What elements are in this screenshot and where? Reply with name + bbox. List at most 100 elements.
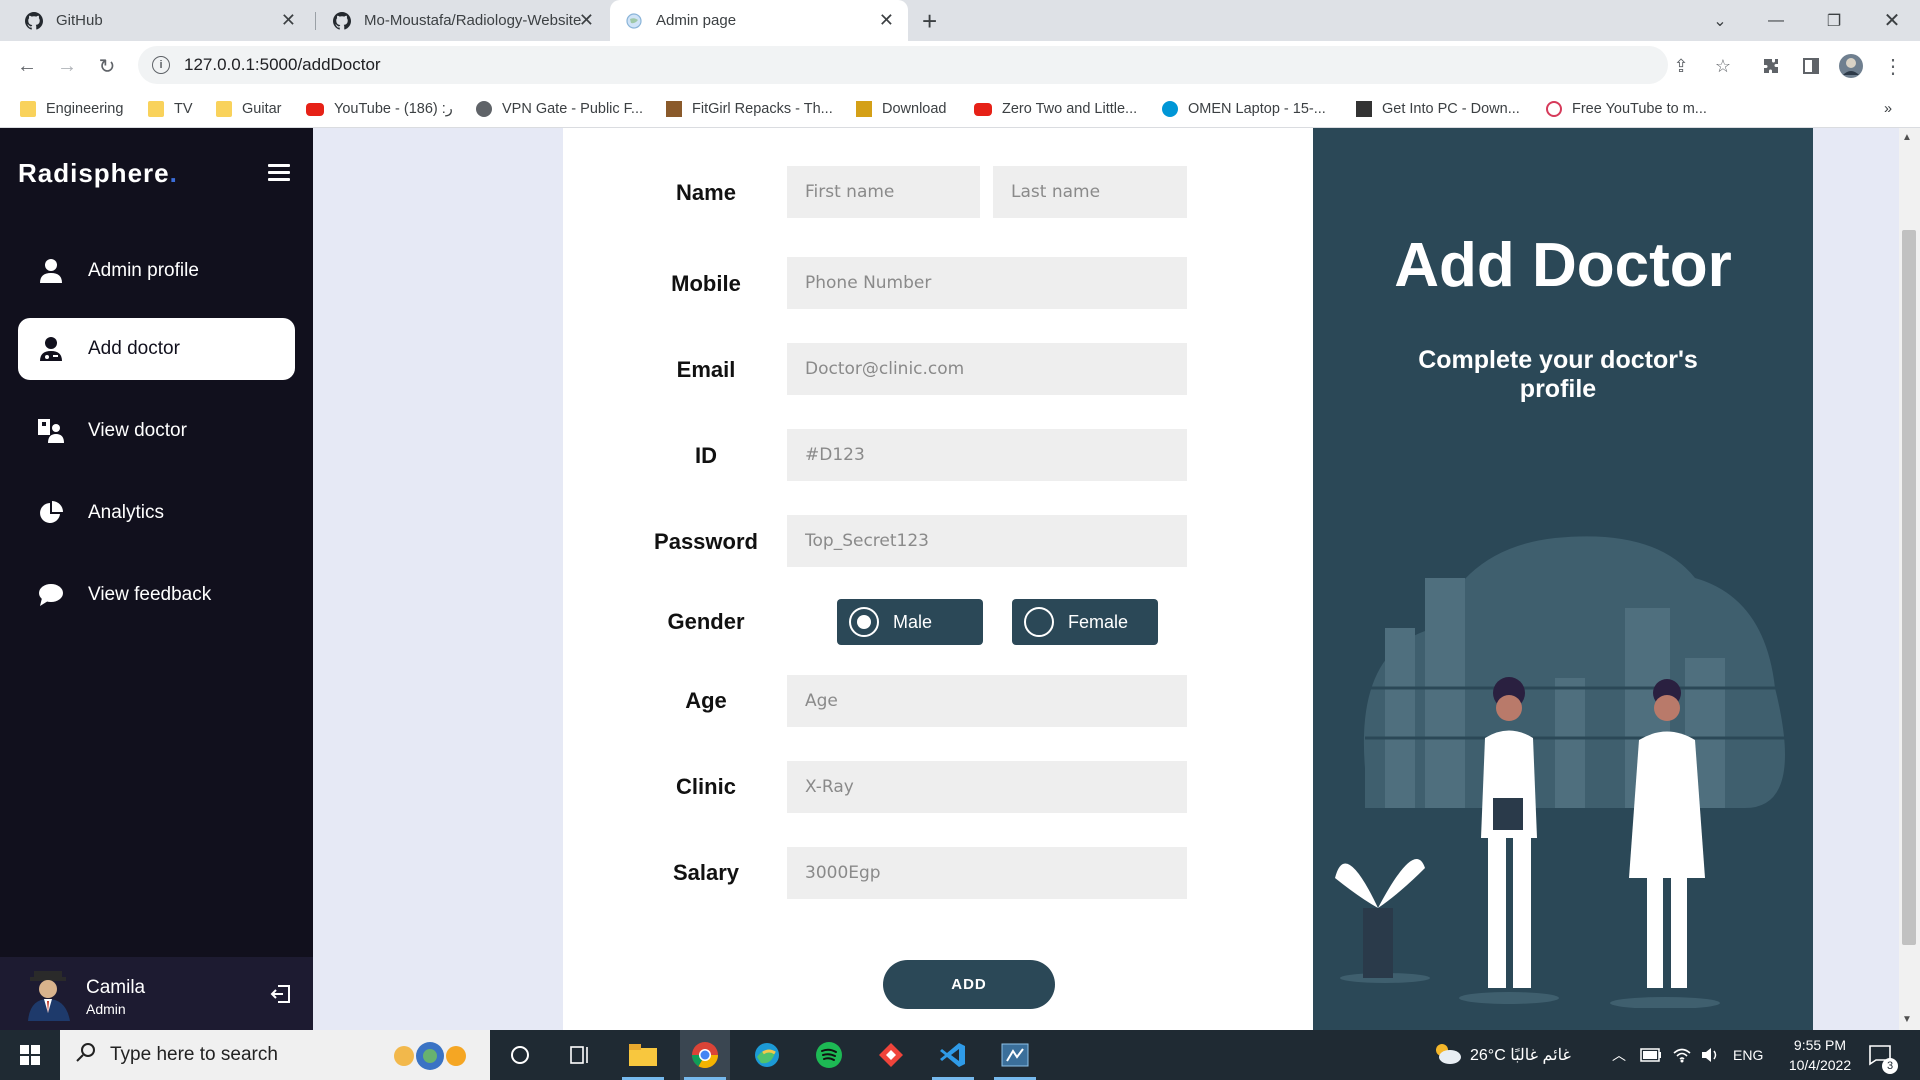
youtube-icon [306, 102, 324, 116]
bookmark-star-icon[interactable]: ☆ [1710, 53, 1736, 79]
more-bookmarks-button[interactable]: » [1884, 98, 1892, 120]
add-doctor-button[interactable]: ADD [883, 960, 1055, 1009]
edge-browser-icon[interactable] [742, 1030, 792, 1080]
hamburger-menu-icon[interactable] [268, 164, 290, 182]
weather-text: 26°C غائم غالبًا [1470, 1047, 1571, 1064]
bookmark-engineering[interactable]: Engineering [20, 98, 123, 120]
mobile-label: Mobile [671, 271, 741, 296]
reload-icon[interactable]: ↻ [92, 51, 122, 81]
sidebar-item-analytics[interactable]: Analytics [18, 482, 295, 544]
password-input[interactable] [787, 515, 1187, 567]
url-text[interactable]: 127.0.0.1:5000/addDoctor [184, 55, 381, 75]
tab-title: Mo-Moustafa/Radiology-Website [364, 12, 582, 29]
pie-chart-icon [38, 500, 64, 526]
tab-title: GitHub [56, 12, 103, 29]
tray-overflow-chevron-icon[interactable]: ︿ [1612, 1030, 1626, 1080]
volume-icon[interactable] [1700, 1030, 1720, 1080]
extensions-puzzle-icon[interactable] [1758, 53, 1784, 79]
getintopc-icon [1356, 101, 1372, 117]
bookmarks-bar: Engineering TV Guitar YouTube - ر: (186)… [0, 90, 1920, 128]
last-name-input[interactable] [993, 166, 1187, 218]
bookmark-fitgirl[interactable]: FitGirl Repacks - Th... [666, 98, 833, 120]
sidebar-item-view-feedback[interactable]: View feedback [18, 564, 295, 626]
notification-count-badge: 3 [1882, 1058, 1898, 1074]
tab-github[interactable]: GitHub ✕ [10, 0, 310, 41]
globe-icon [476, 101, 492, 117]
scroll-down-arrow-icon[interactable]: ▼ [1902, 1014, 1912, 1025]
clock[interactable]: 9:55 PM 10/4/2022 [1780, 1030, 1860, 1080]
password-label: Password [654, 529, 758, 554]
browser-tab-bar: GitHub ✕ Mo-Moustafa/Radiology-Website ✕… [0, 0, 1920, 41]
logout-icon[interactable] [270, 983, 292, 1005]
back-arrow-icon[interactable]: ← [12, 51, 42, 81]
vscode-icon[interactable] [928, 1030, 978, 1080]
bookmark-omen[interactable]: OMEN Laptop - 15-... [1162, 98, 1326, 120]
taskbar-search-box[interactable]: Type here to search [60, 1030, 490, 1080]
chat-bubble-icon [38, 582, 64, 608]
scrollbar-thumb[interactable] [1902, 230, 1916, 945]
scroll-up-arrow-icon[interactable]: ▲ [1902, 132, 1912, 143]
folder-icon [148, 101, 164, 117]
forward-arrow-icon[interactable]: → [52, 51, 82, 81]
search-highlight-icon [390, 1038, 470, 1078]
brand-logo: Radisphere. [18, 158, 178, 188]
omnibox[interactable]: i 127.0.0.1:5000/addDoctor [138, 46, 1668, 84]
age-input[interactable] [787, 675, 1187, 727]
gender-female-radio[interactable]: Female [1012, 599, 1158, 645]
restore-button[interactable]: ❐ [1806, 0, 1862, 41]
sidebar-item-view-doctor[interactable]: View doctor [18, 400, 295, 462]
wifi-icon[interactable] [1672, 1030, 1692, 1080]
first-name-input[interactable] [787, 166, 980, 218]
phone-input[interactable] [787, 257, 1187, 309]
windows-taskbar: Type here to search 26°C غائم غالبًا ︿ E… [0, 1030, 1920, 1080]
clock-date: 10/4/2022 [1788, 1057, 1852, 1073]
tab-close-button[interactable]: ✕ [879, 11, 894, 29]
panel-title: Add Doctor [1394, 231, 1732, 300]
remote-app-icon[interactable] [990, 1030, 1040, 1080]
side-panel-icon[interactable] [1798, 53, 1824, 79]
tab-close-button[interactable]: ✕ [281, 11, 296, 29]
info-icon[interactable]: i [152, 56, 170, 74]
bookmark-getintopc[interactable]: Get Into PC - Down... [1356, 98, 1520, 120]
age-label: Age [685, 688, 727, 713]
weather-widget[interactable]: 26°C غائم غالبًا [1432, 1030, 1571, 1080]
gender-male-radio[interactable]: Male [837, 599, 983, 645]
sidebar-item-admin-profile[interactable]: Admin profile [18, 240, 295, 302]
tab-search-chevron-icon[interactable]: ⌄ [1692, 0, 1748, 41]
task-view-icon[interactable] [555, 1030, 605, 1080]
file-explorer-icon[interactable] [618, 1030, 668, 1080]
bookmark-vpngate[interactable]: VPN Gate - Public F... [476, 98, 643, 120]
name-label: Name [676, 180, 736, 205]
sidebar-item-add-doctor[interactable]: Add doctor [18, 318, 295, 380]
close-window-button[interactable]: ✕ [1864, 0, 1920, 41]
chrome-icon[interactable] [680, 1030, 730, 1080]
profile-avatar-icon[interactable] [1838, 53, 1864, 79]
minimize-button[interactable]: — [1748, 0, 1804, 41]
id-input[interactable] [787, 429, 1187, 481]
bookmark-guitar[interactable]: Guitar [216, 98, 282, 120]
salary-input[interactable] [787, 847, 1187, 899]
language-indicator[interactable]: ENG [1733, 1030, 1763, 1080]
bookmark-download[interactable]: Download [856, 98, 947, 120]
tab-close-button[interactable]: ✕ [579, 11, 594, 29]
email-input[interactable] [787, 343, 1187, 395]
notification-center-icon[interactable]: 3 [1868, 1030, 1898, 1080]
bookmark-tv[interactable]: TV [148, 98, 193, 120]
tab-admin-page[interactable]: Admin page ✕ [610, 0, 908, 41]
anydesk-icon[interactable] [866, 1030, 916, 1080]
share-icon[interactable]: ⇪ [1668, 53, 1694, 79]
bookmark-zerotwo[interactable]: Zero Two and Little... [974, 98, 1137, 120]
battery-icon[interactable] [1640, 1030, 1662, 1080]
email-label: Email [676, 357, 736, 382]
spotify-icon[interactable] [804, 1030, 854, 1080]
clinic-input[interactable] [787, 761, 1187, 813]
new-tab-button[interactable]: + [922, 6, 937, 37]
bookmark-youtube[interactable]: YouTube - ر: (186) [306, 98, 453, 120]
search-placeholder: Type here to search [110, 1044, 278, 1065]
bookmark-free-youtube[interactable]: Free YouTube to m... [1546, 98, 1707, 120]
windows-start-icon[interactable] [0, 1030, 60, 1080]
globe-icon [624, 11, 644, 31]
cortana-circle-icon[interactable] [495, 1030, 545, 1080]
tab-radiology-repo[interactable]: Mo-Moustafa/Radiology-Website ✕ [318, 0, 608, 41]
browser-menu-kebab-icon[interactable]: ⋮ [1880, 53, 1906, 79]
